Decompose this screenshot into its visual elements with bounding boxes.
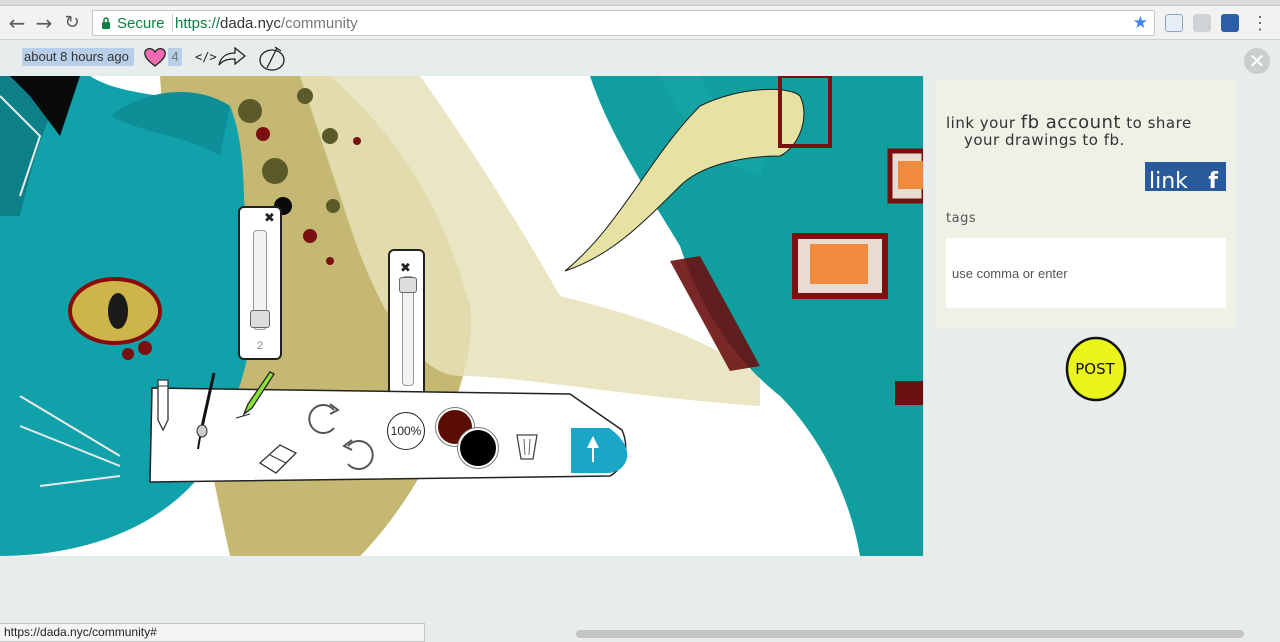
heart-icon[interactable] bbox=[143, 46, 167, 68]
share-icon[interactable] bbox=[217, 45, 247, 69]
close-icon[interactable]: ✖ bbox=[400, 261, 411, 276]
redo-icon[interactable] bbox=[304, 398, 346, 438]
lock-icon bbox=[102, 17, 110, 29]
url-divider bbox=[172, 14, 173, 32]
url-host: dada.nyc bbox=[220, 15, 281, 32]
url-text[interactable]: https://dada.nyc/community bbox=[175, 15, 358, 32]
fb-prompt-emphasis: fb account bbox=[1020, 112, 1121, 133]
timestamp: about 8 hours ago bbox=[22, 48, 134, 66]
extension-icon[interactable] bbox=[1165, 14, 1183, 32]
share-panel: link your fb account to share your drawi… bbox=[936, 80, 1236, 328]
fb-prompt-line2: your drawings to fb. bbox=[964, 131, 1125, 149]
fb-prompt-part1: link your bbox=[946, 114, 1021, 132]
secure-label: Secure bbox=[117, 15, 165, 32]
link-fb-label: link bbox=[1149, 169, 1188, 191]
opacity-slider[interactable] bbox=[399, 276, 417, 386]
post-label: POST bbox=[1075, 360, 1115, 378]
trash-icon[interactable] bbox=[514, 431, 540, 461]
extension-zoom-icon[interactable] bbox=[1221, 14, 1239, 32]
upload-button[interactable] bbox=[569, 426, 629, 475]
browser-toolbar: ← → ↻ Secure https://dada.nyc/community … bbox=[0, 6, 1280, 40]
facebook-icon: f bbox=[1208, 169, 1218, 191]
embed-button[interactable]: </> bbox=[195, 47, 217, 67]
fb-link-prompt: link your fb account to share your drawi… bbox=[946, 114, 1226, 149]
url-path: /community bbox=[280, 15, 358, 32]
brush-size-slider[interactable] bbox=[250, 230, 270, 330]
brush-icon[interactable] bbox=[194, 371, 220, 451]
link-fb-button[interactable]: link f bbox=[1145, 162, 1226, 191]
close-icon[interactable]: ✕ bbox=[1244, 48, 1270, 74]
close-icon[interactable]: ✖ bbox=[264, 211, 275, 226]
extension-search-icon[interactable] bbox=[1193, 14, 1211, 32]
marker-icon[interactable] bbox=[234, 370, 280, 420]
secondary-color-swatch[interactable] bbox=[458, 428, 498, 468]
brush-size-value: 2 bbox=[256, 340, 264, 352]
opacity-popup: ✖ bbox=[388, 249, 425, 397]
tags-label: tags bbox=[946, 211, 977, 226]
opacity-value[interactable]: 100% bbox=[387, 412, 425, 450]
brush-size-popup: ✖ 2 bbox=[238, 206, 282, 360]
star-icon[interactable]: ★ bbox=[1133, 13, 1148, 33]
remix-icon[interactable] bbox=[257, 44, 287, 72]
address-bar[interactable]: Secure https://dada.nyc/community ★ bbox=[92, 10, 1155, 36]
drawing-canvas[interactable]: ✖ 2 ✖ 100% bbox=[0, 76, 924, 556]
slider-handle[interactable] bbox=[399, 277, 417, 293]
forward-icon[interactable]: → bbox=[32, 11, 56, 35]
tags-input[interactable] bbox=[946, 238, 1226, 308]
eraser-icon[interactable] bbox=[256, 441, 300, 477]
fb-prompt-part3: to share bbox=[1121, 114, 1192, 132]
pencil-icon[interactable] bbox=[154, 376, 174, 432]
horizontal-scrollbar[interactable] bbox=[576, 630, 1244, 638]
reload-icon[interactable]: ↻ bbox=[60, 11, 84, 35]
status-bar-url: https://dada.nyc/community# bbox=[0, 623, 425, 642]
undo-icon[interactable] bbox=[336, 434, 378, 474]
like-count: 4 bbox=[168, 48, 182, 66]
url-scheme: https:// bbox=[175, 15, 221, 32]
back-icon[interactable]: ← bbox=[5, 11, 29, 35]
post-button[interactable]: POST bbox=[1064, 336, 1128, 402]
menu-icon[interactable]: ⋮ bbox=[1251, 11, 1269, 35]
slider-handle[interactable] bbox=[250, 310, 270, 328]
